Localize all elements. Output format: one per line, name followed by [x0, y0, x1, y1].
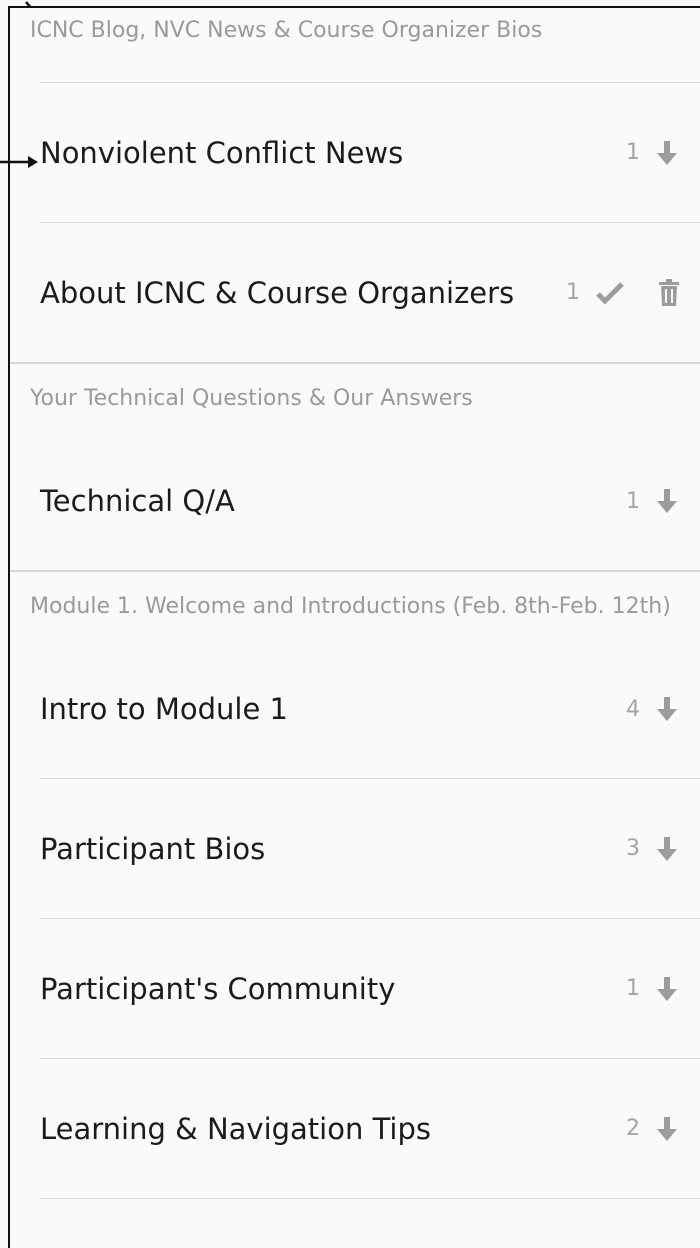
forum-row-meta: 4 [626, 695, 680, 723]
section-title: Module 1. Welcome and Introductions (Feb… [30, 594, 671, 619]
arrow-down-icon[interactable] [654, 1115, 680, 1143]
forum-row-intro-module-1[interactable]: Intro to Module 1 4 [40, 640, 700, 778]
post-count: 1 [626, 140, 640, 165]
arrow-down-icon[interactable] [654, 487, 680, 515]
forum-row-about-icnc[interactable]: About ICNC & Course Organizers 1 [40, 222, 700, 362]
forum-row-label: About ICNC & Course Organizers [40, 275, 515, 310]
annotation-arrow-icon [0, 156, 38, 168]
forum-row-learning-navigation-tips[interactable]: Learning & Navigation Tips 2 [40, 1058, 700, 1199]
forum-row-meta: 1 [626, 487, 680, 515]
post-count: 1 [566, 280, 580, 305]
section-title: ICNC Blog, NVC News & Course Organizer B… [30, 18, 543, 43]
forum-row-meta: 1 [626, 139, 680, 167]
forum-row-label: Nonviolent Conflict News [40, 135, 404, 170]
forum-row-meta: 2 [626, 1115, 680, 1143]
forum-list: ICNC Blog, NVC News & Course Organizer B… [8, 6, 700, 1248]
forum-row-label: Learning & Navigation Tips [40, 1111, 431, 1146]
forum-section: Your Technical Questions & Our Answers T… [10, 362, 700, 570]
forum-row-participants-community[interactable]: Participant's Community 1 [40, 918, 700, 1058]
forum-section: ICNC Blog, NVC News & Course Organizer B… [10, 8, 700, 362]
arrow-down-icon[interactable] [654, 835, 680, 863]
forum-row-nonviolent-conflict-news[interactable]: Nonviolent Conflict News 1 [40, 82, 700, 222]
arrow-down-icon[interactable] [654, 139, 680, 167]
trash-icon[interactable] [658, 278, 680, 307]
forum-row-meta: 1 [566, 278, 680, 307]
forum-section: Module 1. Welcome and Introductions (Feb… [10, 570, 700, 1199]
post-count: 1 [626, 976, 640, 1001]
forum-row-label: Participant's Community [40, 971, 396, 1006]
forum-row-label: Participant Bios [40, 831, 266, 866]
arrow-down-icon[interactable] [654, 695, 680, 723]
arrow-down-icon[interactable] [654, 975, 680, 1003]
checkmark-icon[interactable] [596, 281, 624, 305]
post-count: 2 [626, 1116, 640, 1141]
forum-row-participant-bios[interactable]: Participant Bios 3 [40, 778, 700, 918]
forum-row-meta: 1 [626, 975, 680, 1003]
post-count: 4 [626, 696, 640, 722]
forum-row-label: Intro to Module 1 [40, 692, 289, 726]
forum-row-label: Technical Q/A [40, 484, 235, 518]
post-count: 1 [626, 488, 640, 514]
forum-row-meta: 3 [626, 835, 680, 863]
section-title: Your Technical Questions & Our Answers [30, 386, 473, 411]
forum-row-technical-qa[interactable]: Technical Q/A 1 [40, 432, 700, 570]
post-count: 3 [626, 836, 640, 861]
